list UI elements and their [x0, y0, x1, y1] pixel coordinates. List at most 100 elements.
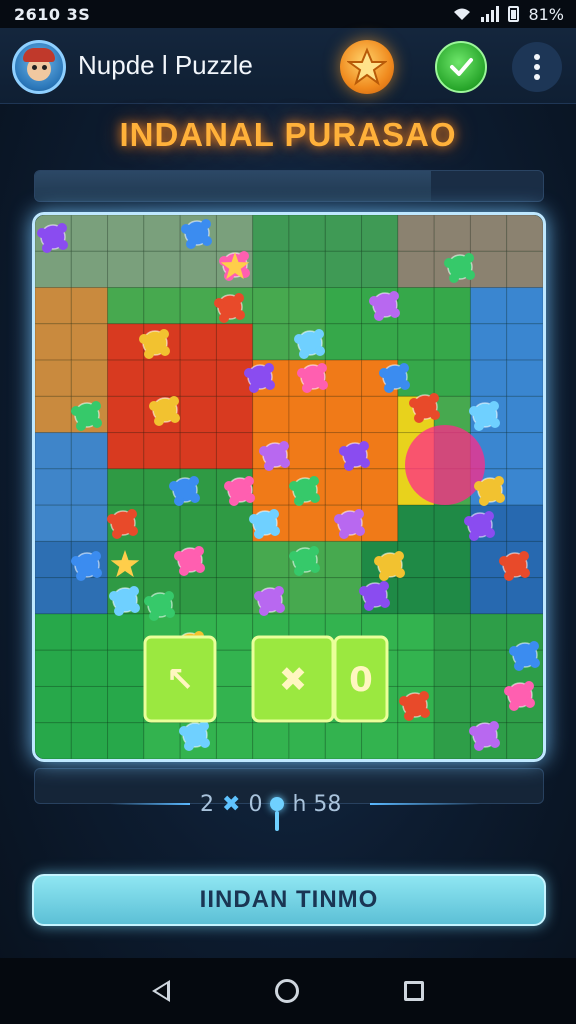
board-tile[interactable] [288, 722, 326, 759]
board-tile[interactable] [288, 287, 326, 325]
board-tile[interactable] [433, 540, 471, 579]
board-tile[interactable] [469, 685, 508, 724]
board-tile[interactable] [35, 359, 72, 397]
board-tile[interactable] [70, 468, 109, 506]
board-tile[interactable] [35, 722, 72, 759]
board-tile[interactable] [143, 540, 181, 579]
board-tile[interactable] [252, 323, 290, 361]
board-grid[interactable]: ↖ ✖ 0 [35, 215, 543, 759]
board-tile[interactable] [70, 504, 109, 542]
board-tile[interactable] [35, 395, 72, 434]
board-tile[interactable] [288, 504, 326, 542]
board-tile[interactable] [215, 359, 254, 397]
board-tile[interactable] [215, 323, 254, 361]
board-tile[interactable] [469, 649, 508, 687]
board-tile[interactable] [215, 685, 254, 724]
board-tile[interactable] [252, 287, 290, 325]
board-tile[interactable] [35, 432, 72, 470]
check-button[interactable] [435, 41, 487, 93]
board-tile[interactable] [397, 649, 435, 687]
board-tile[interactable] [469, 287, 508, 325]
board-tile[interactable] [324, 250, 363, 289]
board-tile[interactable] [288, 215, 326, 252]
board-tile[interactable] [179, 359, 217, 397]
board-tile[interactable] [397, 250, 435, 289]
board-tile[interactable] [469, 577, 508, 615]
board-tile[interactable] [70, 215, 109, 252]
board-tile[interactable] [252, 722, 290, 759]
board-tile[interactable] [70, 649, 109, 687]
board-tile[interactable] [215, 577, 254, 615]
board-tile[interactable] [433, 577, 471, 615]
board-tile[interactable] [107, 250, 145, 289]
board-tile[interactable] [252, 250, 290, 289]
bonus-tile[interactable]: ↖ [143, 635, 217, 723]
board-tile[interactable] [70, 685, 109, 724]
board-tile[interactable] [107, 722, 145, 759]
board-tile[interactable] [70, 432, 109, 470]
board-tile[interactable] [433, 359, 471, 397]
board-tile[interactable] [107, 649, 145, 687]
board-tile[interactable] [397, 504, 435, 542]
board-tile[interactable] [324, 323, 363, 361]
board-tile[interactable] [35, 649, 72, 687]
board-tile[interactable] [215, 722, 254, 759]
board-tile[interactable] [288, 395, 326, 434]
board-tile[interactable] [433, 685, 471, 724]
board-tile[interactable] [397, 323, 435, 361]
board-tile[interactable] [397, 287, 435, 325]
board-tile[interactable] [35, 577, 72, 615]
board-tile[interactable] [288, 432, 326, 470]
board-tile[interactable] [324, 359, 363, 397]
board-tile[interactable] [179, 432, 217, 470]
board-tile[interactable] [288, 577, 326, 615]
board-tile[interactable] [433, 323, 471, 361]
board-tile[interactable] [179, 577, 217, 615]
bonus-tile[interactable]: 0 [333, 635, 389, 723]
main-action-button[interactable]: IINDAN TINMO [32, 874, 546, 926]
board-tile[interactable] [179, 287, 217, 325]
board-tile[interactable] [361, 250, 399, 289]
board-tile[interactable] [107, 323, 145, 361]
board-tile[interactable] [433, 722, 471, 759]
board-tile[interactable] [35, 685, 72, 724]
board-tile[interactable] [506, 577, 543, 615]
board-tile[interactable] [324, 722, 363, 759]
board-tile[interactable] [397, 577, 435, 615]
board-tile[interactable] [70, 287, 109, 325]
board-tile[interactable] [70, 613, 109, 651]
board-tile[interactable] [143, 359, 181, 397]
board-tile[interactable] [433, 287, 471, 325]
board-tile[interactable] [506, 432, 543, 470]
board-tile[interactable] [324, 468, 363, 506]
board-tile[interactable] [324, 287, 363, 325]
board-tile[interactable] [143, 722, 181, 759]
board-tile[interactable] [179, 323, 217, 361]
board-tile[interactable] [35, 468, 72, 506]
board-tile[interactable] [506, 395, 543, 434]
board-tile[interactable] [215, 395, 254, 434]
board-tile[interactable] [506, 250, 543, 289]
board-tile[interactable] [143, 215, 181, 252]
board-tile[interactable] [506, 323, 543, 361]
board-tile[interactable] [215, 215, 254, 252]
avatar-icon[interactable] [12, 40, 66, 94]
board-tile[interactable] [469, 359, 508, 397]
bonus-tile[interactable]: ✖ [251, 635, 335, 723]
board-tile[interactable] [361, 395, 399, 434]
board-tile[interactable] [433, 613, 471, 651]
board-tile[interactable] [361, 468, 399, 506]
board-tile[interactable] [70, 250, 109, 289]
board-tile[interactable] [215, 649, 254, 687]
board-tile[interactable] [506, 468, 543, 506]
board-tile[interactable] [215, 540, 254, 579]
board-tile[interactable] [252, 215, 290, 252]
board-tile[interactable] [143, 504, 181, 542]
board-tile[interactable] [361, 722, 399, 759]
star-button[interactable] [340, 40, 394, 94]
board-tile[interactable] [324, 395, 363, 434]
board-tile[interactable] [35, 504, 72, 542]
board-tile[interactable] [469, 215, 508, 252]
board-tile[interactable] [397, 215, 435, 252]
board-tile[interactable] [433, 215, 471, 252]
